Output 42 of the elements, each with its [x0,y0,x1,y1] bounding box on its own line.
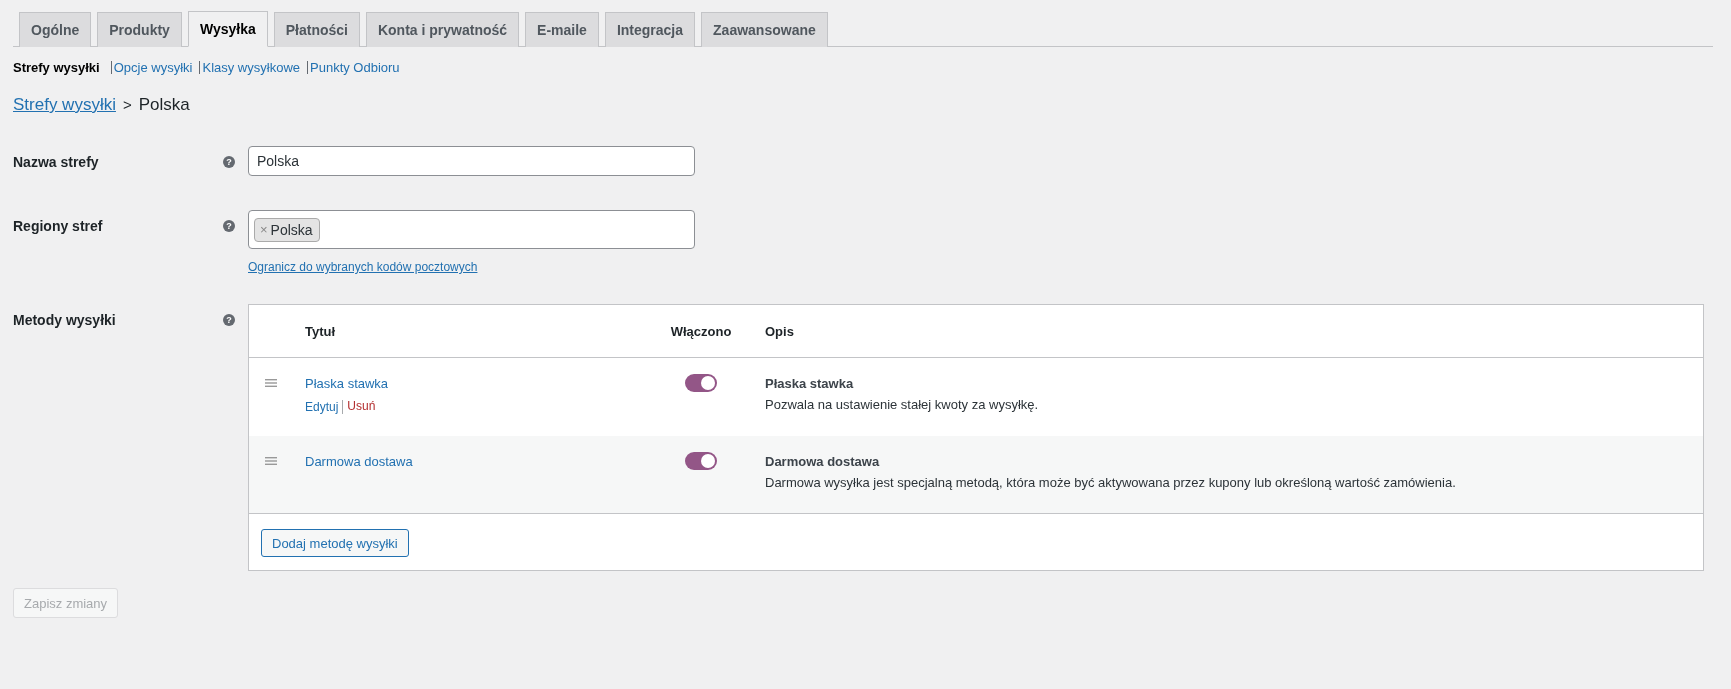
help-icon[interactable]: ? [223,314,235,326]
method-title-link[interactable]: Płaska stawka [305,376,389,391]
settings-tab[interactable]: E-maile [525,12,599,47]
zone-name-field[interactable]: Polska [248,146,695,176]
method-description: Darmowa wysyłka jest specjalną metodą, która może być aktywowana przez kupony lub określoną wartość zamówienia. [765,475,1457,490]
row-action-link[interactable]: Usuń [342,400,376,414]
settings-tab[interactable]: Wysyłka [187,11,268,47]
settings-tab[interactable]: Zaawansowane [701,12,828,47]
enabled-toggle[interactable] [685,452,717,470]
breadcrumb-link[interactable]: Strefy wysyłki [13,95,116,115]
field-label: Metody wysyłki [13,311,117,328]
settings-tab[interactable]: Płatności [273,12,360,47]
field-label: Nazwa strefy [13,153,100,170]
breadcrumb-separator: > [122,96,132,113]
method-title-link[interactable]: Darmowa dostawa [305,454,413,469]
drag-handle-icon[interactable] [265,379,277,387]
method-description: Pozwala na ustawienie stałej kwoty za wysyłkę. [765,397,1040,412]
regions-field[interactable]: × Polska [248,210,695,249]
help-icon[interactable]: ? [223,156,235,168]
method-name: Płaska stawka [765,376,855,391]
drag-handle-icon[interactable] [265,457,277,465]
settings-tab[interactable]: Produkty [97,12,182,47]
subnav-link[interactable]: Punkty Odbioru [307,61,400,74]
method-name: Darmowa dostawa [765,454,881,469]
column-header: Włączono [669,323,733,339]
help-icon[interactable]: ? [223,220,235,232]
add-method-button[interactable]: Dodaj metodę wysyłki [261,529,409,557]
remove-icon[interactable]: × [260,222,268,237]
column-header: Tytuł [305,323,337,339]
subnav-link[interactable]: Strefy wysyłki [13,60,100,75]
subnav-link[interactable]: Klasy wysyłkowe [199,61,300,74]
column-header: Opis [764,323,795,339]
enabled-toggle[interactable] [685,374,717,392]
settings-tab[interactable]: Konta i prywatność [365,12,520,47]
region-tag: Polska [270,221,313,238]
postcode-link[interactable]: Ogranicz do wybranych kodów pocztowych [248,260,695,274]
settings-tab[interactable]: Integracja [604,12,696,47]
field-label: Regiony stref [13,217,104,234]
settings-tab[interactable]: Ogólne [19,12,92,47]
subnav-link[interactable]: Opcje wysyłki [110,61,193,74]
breadcrumb-current: Polska [138,95,190,115]
row-action-link[interactable]: Edytuj [305,400,339,414]
